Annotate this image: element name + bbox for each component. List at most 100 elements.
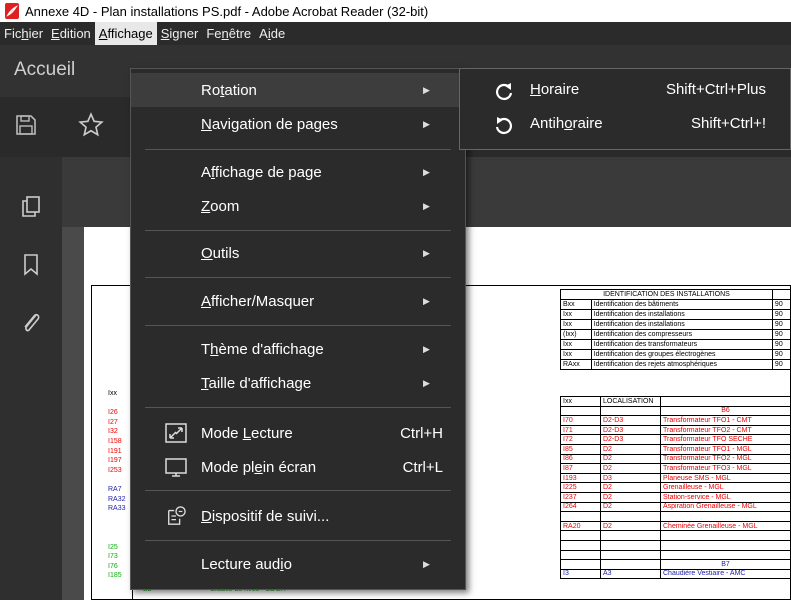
submenu-arrow-icon: ▶ [423, 118, 430, 129]
left-code: I26 [108, 409, 118, 417]
group-b7: B7 [660, 559, 791, 570]
loc-code: I70 [560, 415, 601, 426]
loc-code: RA20 [560, 520, 601, 532]
menu-aide[interactable]: Ai de [255, 22, 289, 45]
menu-bar: Fic h ier Edition Affichage Signer Fe n être… [0, 22, 791, 45]
id-code: (Ixx) [560, 329, 592, 340]
pages-icon[interactable] [20, 195, 42, 219]
menu-item-zoom[interactable]: Zoom ▶ [131, 189, 465, 223]
loc-zone: D2 [600, 482, 661, 493]
left-code: I197 [108, 457, 122, 465]
id-desc: Identification des installations [590, 309, 773, 320]
loc-zone: D2 [600, 453, 661, 465]
submenu-arrow-icon: ▶ [423, 295, 430, 306]
id-ref: 90 [771, 349, 791, 360]
id-desc: Identification des rejets atmosphériques [590, 359, 773, 370]
id-code: RAxx [560, 359, 592, 370]
loc-desc: Chaudière Vestiaire - AMC [660, 568, 791, 580]
left-code: I73 [108, 553, 118, 561]
menu-item-dispositif-suivi[interactable]: Dispositif de suivi... [131, 499, 465, 533]
submenu-arrow-icon: ▶ [423, 377, 430, 388]
submenu-item-horaire[interactable]: Horaire Shift+Ctrl+Plus [460, 73, 790, 107]
id-desc: Identification des compresseurs [590, 329, 773, 340]
menu-affichage[interactable]: Affichage [94, 22, 157, 45]
loc-desc: Station-service - MGL [660, 491, 791, 503]
id-desc: Identification des installations [590, 319, 773, 330]
menu-separator [145, 407, 451, 408]
submenu-arrow-icon: ▶ [423, 166, 430, 177]
loc-zone: D2-D3 [600, 424, 661, 436]
submenu-arrow-icon: ▶ [423, 84, 430, 95]
left-code: Ixx [108, 390, 117, 397]
submenu-item-antihoraire[interactable]: Antihoraire Shift+Ctrl+! [460, 107, 790, 141]
star-icon[interactable] [78, 112, 104, 138]
menu-item-outils[interactable]: Outils ▶ [131, 236, 465, 270]
left-code: I191 [108, 447, 122, 455]
shortcut-text: Ctrl+L [402, 458, 443, 476]
menu-item-navigation[interactable]: Navigation de pages ▶ [131, 107, 465, 141]
menu-item-lecture-audio[interactable]: Lecture audio ▶ [131, 547, 465, 581]
menu-item-mode-lecture[interactable]: Mode Lecture Ctrl+H [131, 416, 465, 450]
id-ref: 90 [771, 359, 791, 370]
menu-item-rotation[interactable]: Rotation ▶ [131, 73, 465, 107]
menu-edition[interactable]: Edition [47, 22, 95, 45]
menu-separator [145, 149, 451, 150]
menu-fichier[interactable]: Fic h ier [0, 22, 47, 45]
menu-item-label: Mode plein écran [201, 458, 317, 476]
tab-accueil[interactable]: Accueil [14, 59, 75, 81]
id-desc: Identification des transformateurs [590, 339, 773, 350]
menu-item-label: Rotation [201, 81, 257, 99]
submenu-arrow-icon: ▶ [423, 558, 430, 569]
loc-desc: Transformateur TFO SECHE [660, 434, 791, 445]
loc-desc: Transformateur TFO1 - MGL [660, 443, 791, 455]
loc-desc: Grenailleuse - MGL [660, 482, 791, 493]
left-code: RA32 [108, 495, 126, 503]
save-icon[interactable] [14, 113, 38, 137]
left-code: I25 [108, 543, 118, 551]
loc-code: I86 [560, 453, 601, 465]
localisation-table: Ixx LOCALISATION B6 I70 D2-D3 Transformateu… [560, 396, 791, 580]
affichage-menu: Rotation ▶ Navigation de pages ▶ Afficha… [130, 68, 466, 590]
menu-fenetre[interactable]: Fe n être [202, 22, 255, 45]
loc-desc: Transformateur TFO2 - CMT [660, 424, 791, 436]
loc-desc: Aspiration Grenailleuse - MGL [660, 501, 791, 513]
menu-item-plein-ecran[interactable]: Mode plein écran Ctrl+L [131, 450, 465, 484]
menu-separator [145, 230, 451, 231]
id-code: Ixx [560, 309, 592, 320]
left-code: I185 [108, 572, 122, 580]
menu-item-afficher-masquer[interactable]: Afficher/Masquer ▶ [131, 284, 465, 318]
id-code: Ixx [560, 339, 592, 350]
identification-table: IDENTIFICATION DES INSTALLATIONS Bxx Iden… [560, 289, 791, 370]
left-code: I158 [108, 437, 122, 445]
loc-zone: D3 [600, 472, 661, 484]
loc-desc: Planeuse SMS - MGL [660, 472, 791, 484]
loc-desc: Transformateur TFO1 - CMT [660, 415, 791, 426]
menu-item-label: Zoom [201, 197, 240, 215]
loc-code: I225 [560, 482, 601, 493]
loc-code: I264 [560, 501, 601, 513]
loc-zone: D2-D3 [600, 415, 661, 426]
submenu-arrow-icon: ▶ [423, 343, 430, 354]
attachment-icon[interactable] [20, 309, 42, 335]
bookmark-icon[interactable] [22, 253, 40, 277]
menu-item-label: Dispositif de suivi... [201, 507, 330, 525]
id-code: Ixx [560, 349, 592, 360]
submenu-arrow-icon: ▶ [423, 200, 430, 211]
menu-separator [145, 277, 451, 278]
loc-header-code: Ixx [560, 396, 601, 407]
loc-zone: A3 [600, 568, 661, 580]
loc-code: I3 [560, 568, 601, 580]
id-desc: Identification des bâtiments [590, 299, 773, 310]
menu-item-label: Outils [201, 244, 240, 262]
shortcut-text: Shift+Ctrl+Plus [665, 81, 766, 98]
tracker-icon [168, 506, 186, 525]
menu-item-theme[interactable]: Thème d'affichage ▶ [131, 332, 465, 366]
rotation-submenu: Horaire Shift+Ctrl+Plus Antihoraire Shif… [459, 68, 791, 150]
left-code: I32 [108, 428, 118, 436]
menu-item-taille[interactable]: Taille d'affichage ▶ [131, 366, 465, 400]
left-code: I27 [108, 418, 118, 426]
menu-signer[interactable]: Signer [157, 22, 203, 45]
menu-separator [145, 540, 451, 541]
menu-item-affichage-page[interactable]: Affichage de page ▶ [131, 155, 465, 189]
loc-desc: Transformateur TFO3 - MGL [660, 463, 791, 474]
